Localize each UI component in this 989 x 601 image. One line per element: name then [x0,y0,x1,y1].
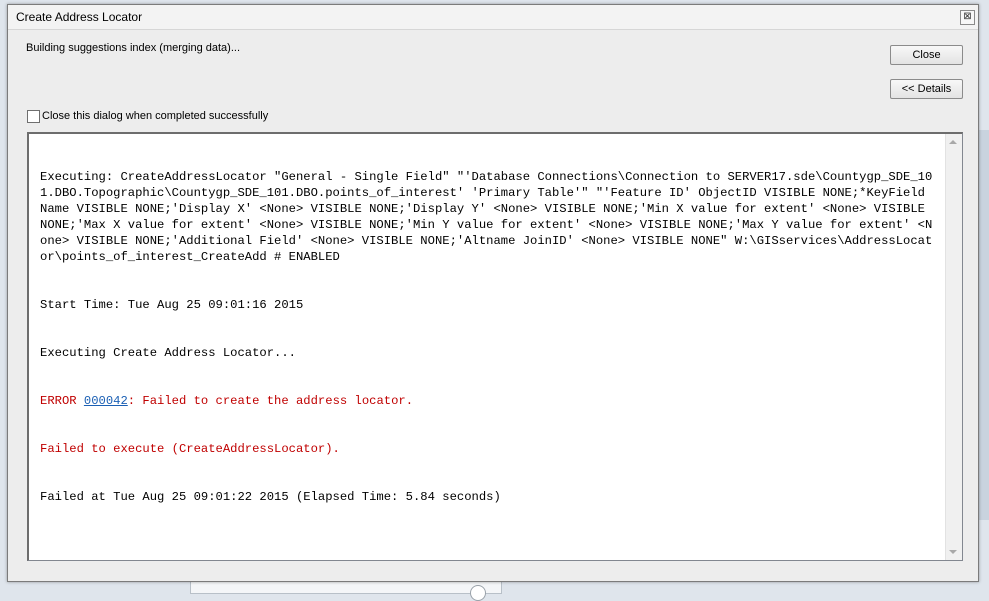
log-scrollbar[interactable] [945,134,962,560]
log-line-failed-at: Failed at Tue Aug 25 09:01:22 2015 (Elap… [40,490,501,504]
log-line-error: ERROR 000042: Failed to create the addre… [40,393,935,409]
close-icon[interactable]: ⊠ [960,10,975,25]
create-address-locator-dialog: Create Address Locator ⊠ Building sugges… [7,4,979,582]
close-when-complete-label: Close this dialog when completed success… [42,110,269,122]
error-code-link[interactable]: 000042 [84,394,128,408]
window-title: Create Address Locator [16,10,143,24]
error-message: : Failed to create the address locator. [127,394,414,408]
log-line-executing-step: Executing Create Address Locator... [40,346,296,360]
log-line-executing: Executing: CreateAddressLocator "General… [40,170,933,264]
log-line-start-time: Start Time: Tue Aug 25 09:01:16 2015 [40,298,304,312]
message-log[interactable]: Executing: CreateAddressLocator "General… [27,132,963,561]
background-control [470,585,486,601]
status-text: Building suggestions index (merging data… [26,42,241,54]
title-bar: Create Address Locator ⊠ [8,5,978,30]
error-prefix: ERROR [40,394,84,408]
details-button[interactable]: << Details [890,79,963,99]
scroll-down-icon[interactable] [949,550,957,554]
log-line-failed-execute: Failed to execute (CreateAddressLocator)… [40,442,340,456]
log-text: Executing: CreateAddressLocator "General… [40,137,935,537]
scroll-up-icon[interactable] [949,140,957,144]
close-when-complete-checkbox[interactable] [27,110,40,123]
close-button[interactable]: Close [890,45,963,65]
